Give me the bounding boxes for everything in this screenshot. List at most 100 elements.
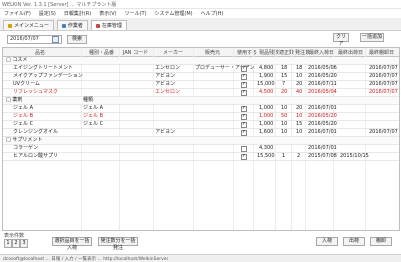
- item-optimal: 15: [281, 73, 288, 79]
- item-last-in: 2016/07/01: [308, 105, 337, 111]
- col-last-count[interactable]: 最終棚卸日: [369, 49, 394, 56]
- search-button[interactable]: 検索: [67, 35, 87, 44]
- table-row[interactable]: ジェル B ジェル B 1,000 50 10 2016/05/20: [3, 113, 399, 121]
- item-name: ジェル A: [13, 105, 34, 111]
- item-order: 15: [296, 121, 303, 127]
- item-stock: 4,300: [259, 145, 274, 151]
- col-item-name[interactable]: 品名: [35, 49, 45, 56]
- bulk-order-button[interactable]: 発注数分を一括発注: [98, 237, 138, 251]
- col-in-use[interactable]: 使用する: [237, 49, 257, 56]
- menu-tools[interactable]: ツール(T): [121, 10, 151, 17]
- table-row[interactable]: UVクリーム アビヨン 15,000 7 20 2016/07/11 2016/…: [3, 81, 399, 89]
- table-row[interactable]: ジェル A ジェル A 1,000 10 20 2016/07/01: [3, 105, 399, 113]
- tab-inventory[interactable]: 在庫管理: [90, 20, 127, 30]
- item-last-out: 2015/10/15: [340, 153, 369, 159]
- item-order: 10: [296, 73, 303, 79]
- item-last-in: 2016/07/11: [308, 81, 337, 87]
- page-2-button[interactable]: 2: [12, 239, 20, 248]
- col-last-out[interactable]: 最終出荷日: [338, 49, 363, 56]
- use-checkbox[interactable]: [241, 153, 247, 160]
- menu-system-admin[interactable]: システム管理(M): [151, 10, 197, 17]
- item-optimal: 20: [281, 89, 288, 95]
- tab-strip: メインメニュー 作業者 在庫管理: [0, 18, 401, 31]
- item-name: ジェル C: [13, 121, 34, 127]
- item-stock: 15,500: [257, 153, 275, 159]
- use-checkbox[interactable]: [241, 121, 247, 128]
- window-title: WELKIN Ver. 1.3.1 [Server] ... マルチプラント版: [2, 2, 117, 8]
- col-last-in[interactable]: 最終入荷日: [309, 49, 334, 56]
- group-label: □ コスメ: [6, 57, 28, 63]
- item-name: リフレッシュマスク: [13, 89, 59, 95]
- item-maker: アビヨン: [155, 81, 176, 87]
- use-checkbox[interactable]: [241, 105, 247, 112]
- receive-button[interactable]: 入荷: [316, 237, 338, 246]
- item-order: 20: [296, 105, 303, 111]
- pager-label: 表示件数: [4, 233, 25, 239]
- use-checkbox[interactable]: [241, 65, 247, 72]
- menu-file[interactable]: ファイル(F): [0, 10, 35, 17]
- col-jan-code[interactable]: JAN コード: [123, 49, 148, 56]
- clear-button[interactable]: クリア: [333, 33, 349, 47]
- stocktake-button[interactable]: 棚卸: [370, 237, 392, 246]
- inventory-grid: 品名 種別・品番 JAN コード メーカー 販売元 使用する 現品残数 適正数 …: [2, 47, 400, 231]
- status-text: dcosoft@localhost ... 日報 / 入力 / 一覧表示 ...…: [3, 257, 169, 262]
- menu-view[interactable]: 表示(V): [95, 10, 120, 17]
- col-stock[interactable]: 現品残数: [259, 49, 279, 56]
- item-order: 10: [296, 113, 303, 119]
- bulk-add-button[interactable]: 一括追加: [360, 33, 384, 42]
- use-checkbox[interactable]: [241, 129, 247, 136]
- item-stock: 4,500: [259, 89, 274, 95]
- col-order[interactable]: 発注数: [295, 49, 310, 56]
- group-row-cosme[interactable]: □ コスメ: [3, 57, 399, 65]
- menu-settings[interactable]: 設定(S): [35, 10, 60, 17]
- ship-button[interactable]: 出荷: [343, 237, 365, 246]
- page-1-button[interactable]: 1: [4, 239, 12, 248]
- box-icon: [95, 23, 100, 28]
- item-name: エイジングトリートメント: [13, 65, 74, 71]
- item-maker: アビヨン: [155, 129, 176, 135]
- item-stock: 1,000: [259, 113, 274, 119]
- bulk-receive-button[interactable]: 選択品目を一括入荷: [52, 237, 92, 251]
- item-last-in: 2016/05/20: [308, 113, 337, 119]
- page-3-button[interactable]: 3: [20, 239, 28, 248]
- home-icon: [8, 23, 12, 28]
- table-row[interactable]: コラーゲン 4,300 2016/07/01: [3, 145, 399, 153]
- item-stock: 4,800: [259, 65, 274, 71]
- item-name: メイクアップファンデーション: [13, 73, 83, 79]
- table-row[interactable]: ジェル C ジェル C 1,000 10 15 2016/05/20: [3, 121, 399, 129]
- item-stock: 1,000: [259, 105, 274, 111]
- table-row[interactable]: リフレッシュマスク エンセロン 4,500 20 40 2016/05/04 2…: [3, 89, 399, 97]
- table-row[interactable]: エイジングトリートメント エンセロン プロデューサー・アジアン 4,800 18…: [3, 65, 399, 73]
- grid-header: 品名 種別・品番 JAN コード メーカー 販売元 使用する 現品残数 適正数 …: [3, 48, 399, 57]
- item-type: ジェル B: [83, 113, 104, 119]
- use-checkbox[interactable]: [241, 146, 247, 152]
- use-checkbox[interactable]: [241, 73, 247, 80]
- calendar-icon[interactable]: [52, 36, 59, 43]
- col-seller[interactable]: 販売元: [205, 49, 220, 56]
- group-row-supplement[interactable]: □ サプリメント: [3, 137, 399, 145]
- item-maker: エンセロン: [155, 65, 181, 71]
- item-last-in: 2016/05/06: [308, 65, 337, 71]
- item-last-count: 2016/07/07: [369, 73, 398, 79]
- table-row[interactable]: メイクアップファンデーション アビヨン 1,900 15 10 2016/05/…: [3, 73, 399, 81]
- item-order: 2: [297, 153, 301, 159]
- menu-daily-report[interactable]: 日報集計(R): [60, 10, 95, 17]
- group-row-medicine[interactable]: □ 薬剤 種類: [3, 97, 399, 105]
- use-checkbox[interactable]: [241, 89, 247, 96]
- table-row[interactable]: ヒアルロン酸サプリ 15,500 1 2 2015/07/08 2015/10/…: [3, 153, 399, 161]
- item-optimal: 1: [282, 153, 286, 159]
- item-name: クレンジングオイル: [13, 129, 59, 135]
- menu-help[interactable]: ヘルプ(H): [197, 10, 228, 17]
- people-icon: [61, 23, 66, 28]
- tab-main-menu[interactable]: メインメニュー: [3, 20, 54, 30]
- item-type: ジェル C: [83, 121, 104, 127]
- col-maker[interactable]: メーカー: [163, 49, 183, 56]
- use-checkbox[interactable]: [241, 81, 247, 88]
- col-type-code[interactable]: 種別・品番: [89, 49, 114, 56]
- use-checkbox[interactable]: [241, 113, 247, 120]
- table-row[interactable]: クレンジングオイル アビヨン 1,600 10 10 2016/07/01 20…: [3, 129, 399, 137]
- tab-workers[interactable]: 作業者: [56, 20, 88, 30]
- item-optimal: 18: [281, 65, 288, 71]
- filter-toolbar: 2016/07/07 検索 クリア 一括追加: [0, 31, 401, 47]
- tab-label: 在庫管理: [101, 23, 122, 29]
